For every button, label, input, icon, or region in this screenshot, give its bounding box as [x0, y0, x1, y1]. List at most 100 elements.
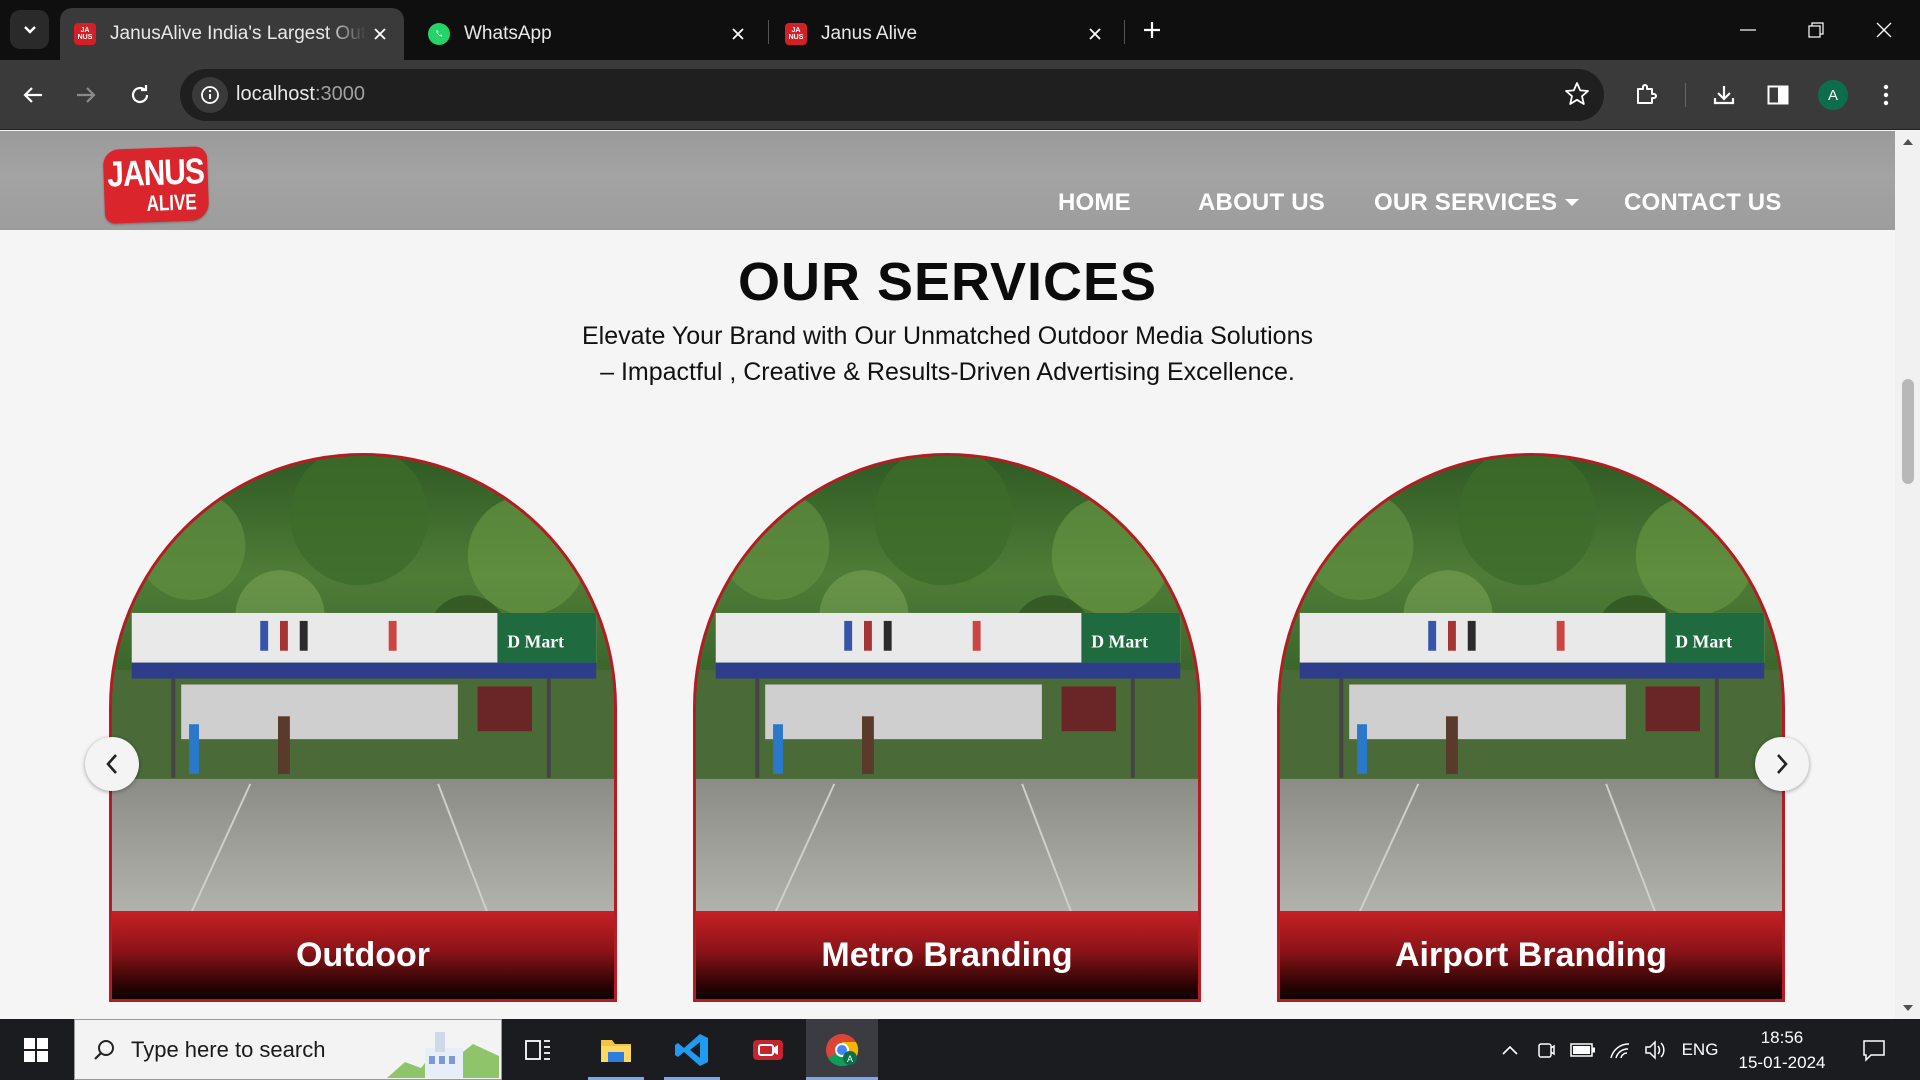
tab-separator — [768, 20, 769, 44]
search-placeholder: Type here to search — [131, 1036, 326, 1062]
bus-shelter-photo: D Mart — [112, 456, 614, 915]
tab-separator — [1124, 20, 1125, 44]
svg-text:D Mart: D Mart — [1091, 632, 1148, 652]
start-button[interactable] — [0, 1019, 72, 1080]
triangle-up-icon — [1902, 139, 1913, 145]
service-image: D Mart — [693, 453, 1201, 915]
volume-button[interactable] — [1640, 1019, 1672, 1080]
file-explorer-button[interactable] — [584, 1019, 648, 1080]
puzzle-icon — [1637, 84, 1657, 104]
url-port: :3000 — [314, 83, 365, 105]
whatsapp-favicon-icon — [428, 23, 450, 45]
search-highlight-icon — [387, 1032, 499, 1078]
clock-time: 18:56 — [1760, 1028, 1804, 1047]
device-icon — [1538, 1042, 1555, 1058]
service-card-airport-branding[interactable]: D Mart Airport Branding — [1277, 453, 1785, 1002]
chevron-left-icon — [106, 754, 117, 774]
tab-close-button[interactable] — [1081, 20, 1109, 48]
service-card-metro-branding[interactable]: D Mart Metro Branding — [693, 453, 1201, 1002]
nav-about-us[interactable]: ABOUT US — [1198, 189, 1325, 217]
bookmark-star-button[interactable] — [1564, 81, 1590, 112]
tab-janus-alive[interactable]: JA NUS Janus Alive — [771, 8, 1119, 60]
bus-shelter-photo: D Mart — [696, 456, 1198, 915]
caret-down-icon — [1565, 198, 1580, 206]
nav-our-services-label: OUR SERVICES — [1374, 189, 1558, 216]
tab-close-button[interactable] — [366, 20, 394, 48]
profile-avatar[interactable]: A — [1818, 80, 1848, 110]
svg-text:D Mart: D Mart — [1675, 632, 1732, 652]
restore-button[interactable] — [1794, 10, 1838, 50]
service-card-outdoor[interactable]: D Mart Outdoor — [109, 453, 617, 1002]
scroll-up-button[interactable] — [1895, 131, 1920, 153]
scroll-down-button[interactable] — [1895, 997, 1920, 1019]
address-bar[interactable]: localhost:3000 — [180, 69, 1604, 121]
tab-title: JanusAlive India's Largest Outdoor Adver… — [110, 23, 366, 44]
network-button[interactable] — [1604, 1019, 1636, 1080]
side-panel-button[interactable] — [1758, 75, 1798, 115]
system-clock[interactable]: 18:56 15-01-2024 — [1734, 1025, 1830, 1075]
new-tab-button[interactable] — [1136, 14, 1168, 46]
taskbar-search-box[interactable]: Type here to search — [74, 1019, 502, 1080]
tab-title: Janus Alive — [821, 23, 918, 44]
search-icon — [94, 1039, 114, 1060]
chevron-up-icon — [1502, 1045, 1518, 1055]
close-icon — [374, 28, 386, 40]
tab-title: WhatsApp — [464, 23, 552, 44]
star-icon — [1565, 82, 1589, 105]
section-title: OUR SERVICES — [737, 252, 1158, 312]
meet-now-button[interactable] — [1530, 1019, 1562, 1080]
downloads-button[interactable] — [1704, 75, 1744, 115]
reload-button[interactable] — [120, 75, 160, 115]
screen-recorder-button[interactable] — [736, 1019, 800, 1080]
page-scrollbar[interactable] — [1895, 131, 1920, 1019]
notification-icon — [1863, 1039, 1885, 1062]
restore-icon — [1808, 22, 1824, 38]
chevron-right-icon — [1777, 754, 1788, 774]
toolbar-separator — [1685, 83, 1686, 107]
chrome-icon: A — [826, 1033, 859, 1066]
nav-contact-us[interactable]: CONTACT US — [1624, 189, 1782, 217]
section-subtitle-line2: – Impactful , Creative & Results-Driven … — [600, 358, 1295, 386]
folder-icon — [601, 1039, 631, 1062]
service-label: Metro Branding — [693, 911, 1201, 1002]
scroll-thumb[interactable] — [1902, 379, 1914, 484]
close-icon — [1089, 28, 1101, 40]
close-window-button[interactable] — [1862, 10, 1906, 50]
carousel-next-button[interactable] — [1755, 737, 1809, 791]
svg-text:D Mart: D Mart — [507, 632, 564, 652]
url-host: localhost — [236, 83, 315, 105]
windows-taskbar: Type here to search A ENG 18:56 15-01-20… — [0, 1019, 1920, 1080]
forward-button[interactable] — [66, 75, 106, 115]
nav-our-services[interactable]: OUR SERVICES — [1374, 189, 1580, 217]
download-icon — [1713, 86, 1735, 105]
tab-search-button[interactable] — [10, 10, 49, 49]
task-view-button[interactable] — [518, 1019, 558, 1080]
site-navbar: JANUS ALIVE HOME ABOUT US OUR SERVICES C… — [0, 131, 1895, 230]
tab-close-button[interactable] — [724, 20, 752, 48]
battery-button[interactable] — [1566, 1019, 1600, 1080]
input-language-button[interactable]: ENG — [1680, 1019, 1720, 1080]
back-button[interactable] — [13, 75, 53, 115]
carousel-prev-button[interactable] — [85, 737, 139, 791]
tab-whatsapp[interactable]: WhatsApp — [414, 8, 762, 60]
minimize-button[interactable] — [1726, 10, 1770, 50]
svg-text:A: A — [847, 1054, 853, 1064]
battery-icon — [1570, 1042, 1595, 1057]
close-icon — [732, 28, 744, 40]
nav-home[interactable]: HOME — [1058, 189, 1131, 217]
task-view-icon — [525, 1039, 550, 1060]
extensions-button[interactable] — [1626, 75, 1666, 115]
vscode-button[interactable] — [660, 1019, 724, 1080]
chevron-down-icon — [23, 25, 36, 34]
more-vertical-icon — [1883, 84, 1889, 106]
logo-line1: JANUS — [106, 151, 205, 195]
tab-janusalive[interactable]: JANUS JanusAlive India's Largest Outdoor… — [60, 8, 404, 60]
chrome-button[interactable]: A — [806, 1019, 878, 1080]
show-hidden-icons-button[interactable] — [1496, 1019, 1524, 1080]
browser-menu-button[interactable] — [1866, 75, 1906, 115]
site-info-button[interactable] — [192, 77, 228, 113]
service-label: Airport Branding — [1277, 911, 1785, 1002]
janus-alive-logo[interactable]: JANUS ALIVE — [102, 146, 210, 224]
notifications-button[interactable] — [1852, 1019, 1896, 1080]
bus-shelter-photo: D Mart — [1280, 456, 1782, 915]
